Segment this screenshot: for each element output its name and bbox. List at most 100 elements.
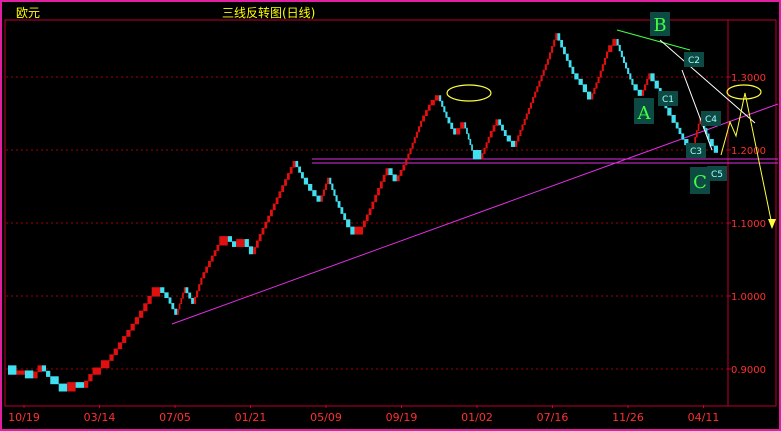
down-brick <box>625 62 628 69</box>
down-brick <box>337 201 341 208</box>
up-brick <box>422 115 425 122</box>
down-brick <box>331 183 334 191</box>
up-brick <box>385 168 389 176</box>
y-axis-ticks: 0.9000 1.0000 1.1000 1.2000 1.3000 <box>727 73 766 376</box>
down-brick <box>582 84 587 93</box>
up-brick <box>216 244 220 251</box>
up-brick <box>258 233 262 242</box>
up-brick <box>548 52 552 60</box>
down-brick <box>441 100 444 107</box>
up-brick <box>126 329 131 337</box>
down-brick <box>616 39 619 46</box>
up-brick <box>253 247 256 255</box>
y-tick-label: 1.1000 <box>731 219 766 230</box>
down-brick <box>171 303 175 310</box>
down-brick <box>627 67 630 74</box>
up-brick <box>382 174 386 182</box>
up-brick <box>88 374 93 382</box>
up-brick <box>139 310 144 318</box>
down-brick <box>343 213 347 220</box>
down-brick <box>316 195 321 202</box>
point-c2-label: C2 <box>688 56 700 66</box>
up-brick <box>275 197 279 205</box>
y-tick-label: 1.3000 <box>731 73 766 84</box>
up-brick <box>117 342 123 350</box>
up-brick <box>289 167 293 174</box>
up-brick <box>365 214 369 222</box>
wave-b-label: B <box>653 15 666 36</box>
up-brick <box>519 129 522 136</box>
down-brick <box>622 56 626 63</box>
down-brick <box>445 111 448 118</box>
up-brick <box>417 126 421 133</box>
down-brick <box>667 107 672 116</box>
up-brick <box>553 39 556 47</box>
up-brick <box>200 277 203 285</box>
up-brick <box>409 148 412 155</box>
up-brick <box>485 142 488 149</box>
down-brick <box>329 177 332 185</box>
up-brick <box>641 89 645 96</box>
down-brick <box>631 78 634 85</box>
up-brick <box>517 135 520 142</box>
up-brick <box>183 287 186 294</box>
down-brick <box>469 138 472 146</box>
down-brick <box>618 44 621 52</box>
up-brick <box>538 80 541 87</box>
up-brick <box>210 255 214 262</box>
up-brick <box>202 272 206 279</box>
down-brick <box>671 114 676 123</box>
up-brick <box>591 93 594 100</box>
up-brick <box>354 226 363 235</box>
up-brick <box>379 181 383 189</box>
down-brick <box>388 168 393 176</box>
up-brick <box>415 131 418 138</box>
up-brick <box>427 104 431 111</box>
down-brick <box>578 78 583 85</box>
down-brick <box>335 195 338 202</box>
up-brick <box>542 69 545 76</box>
down-brick <box>501 124 504 131</box>
three-line-break-chart: 0.9000 1.0000 1.1000 1.2000 1.3000 10/19 03/1… <box>0 0 781 431</box>
down-brick <box>464 122 467 129</box>
up-brick <box>286 173 290 180</box>
down-brick <box>471 144 473 151</box>
up-brick <box>460 122 465 129</box>
down-brick <box>629 73 632 80</box>
x-tick-label: 11/26 <box>612 411 644 424</box>
down-brick <box>164 292 169 299</box>
up-brick <box>198 284 201 292</box>
up-brick <box>546 58 549 65</box>
down-brick <box>681 133 685 140</box>
up-brick <box>109 354 114 361</box>
up-brick <box>270 209 273 217</box>
up-brick <box>536 86 539 93</box>
down-brick <box>650 73 655 82</box>
down-brick <box>510 140 516 147</box>
up-brick <box>411 142 414 149</box>
down-brick <box>248 246 254 255</box>
up-brick <box>405 159 408 166</box>
down-brick <box>50 376 59 385</box>
down-brick <box>231 241 237 247</box>
up-brick <box>92 367 101 375</box>
down-brick <box>453 128 456 135</box>
down-brick <box>439 95 442 102</box>
down-brick <box>560 40 564 48</box>
point-c1-label: C1 <box>662 95 674 105</box>
up-brick <box>272 203 276 211</box>
up-brick <box>527 108 530 115</box>
down-brick <box>301 172 304 179</box>
down-brick <box>174 308 178 315</box>
down-brick <box>472 150 482 160</box>
up-brick <box>16 370 25 375</box>
up-brick <box>324 183 328 191</box>
down-brick <box>188 292 192 299</box>
up-brick <box>205 266 209 273</box>
down-brick <box>350 226 355 235</box>
down-brick <box>503 130 507 136</box>
down-brick <box>574 73 579 80</box>
up-brick <box>646 78 649 85</box>
point-c5-label: C5 <box>711 170 723 180</box>
down-brick <box>713 145 718 153</box>
